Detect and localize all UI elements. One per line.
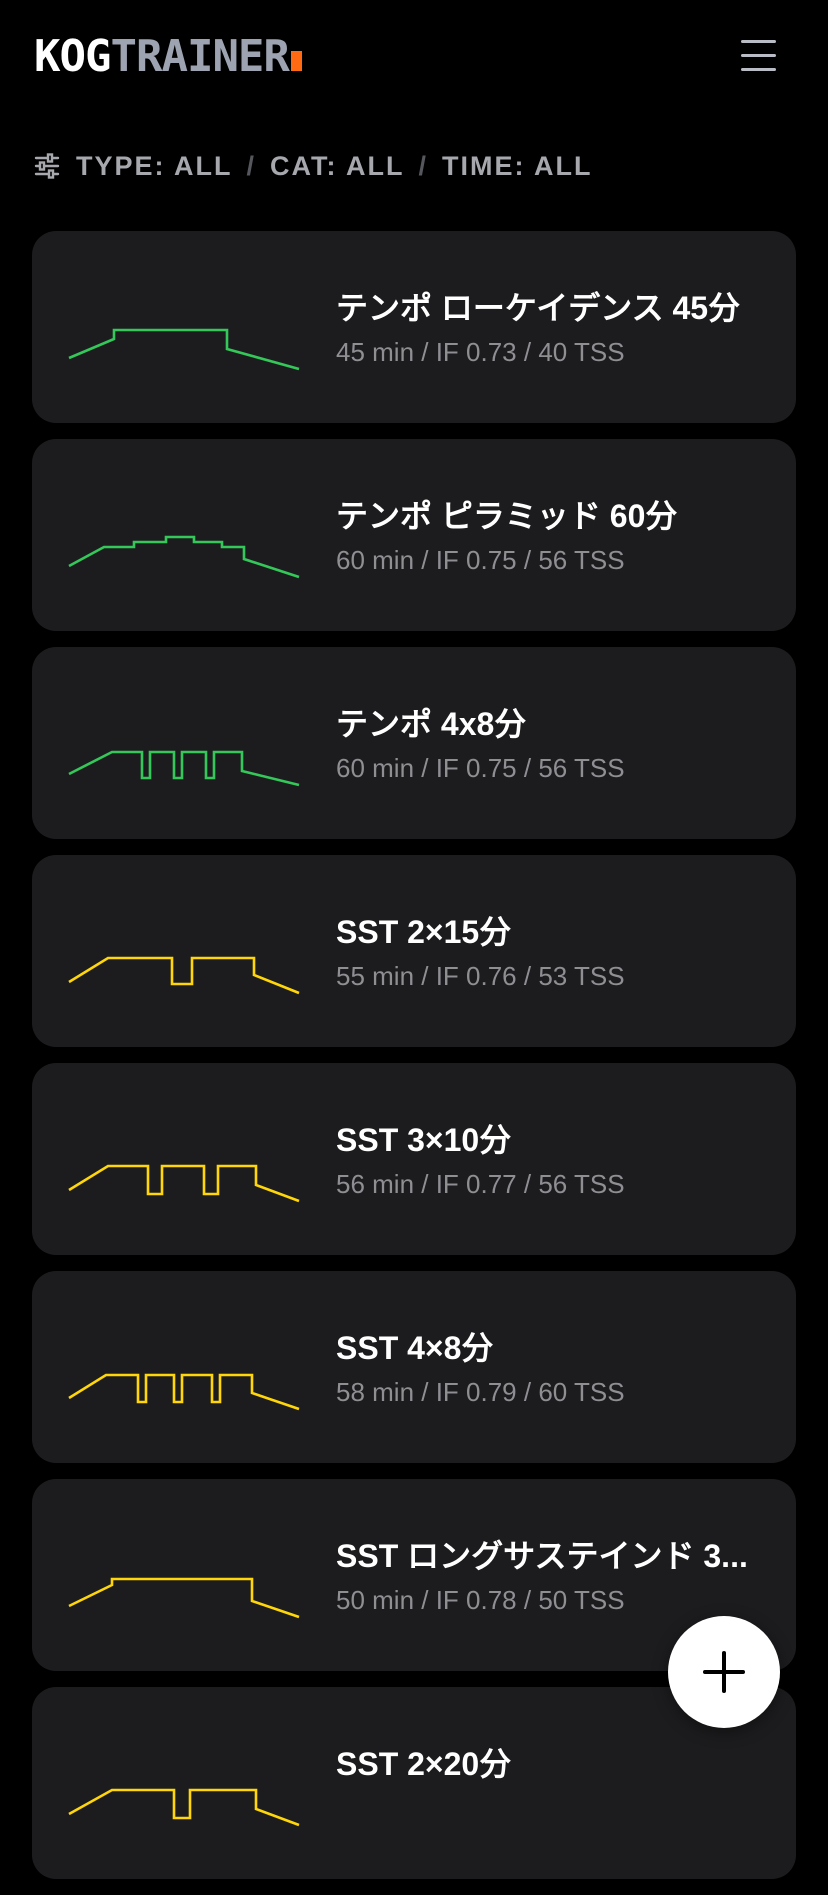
filter-time[interactable]: TIME: ALL [442, 151, 592, 182]
workout-profile-graph [68, 1373, 300, 1411]
plus-icon [703, 1651, 745, 1693]
workout-stats: 56 min / IF 0.77 / 56 TSS [336, 1169, 625, 1199]
workout-card[interactable]: SST 3×10分 56 min / IF 0.77 / 56 TSS [32, 1063, 796, 1255]
filter-bar: TYPE: ALL / CAT: ALL / TIME: ALL [34, 148, 592, 184]
filter-category[interactable]: CAT: ALL [270, 151, 404, 182]
app-logo: KOGTRAINER [34, 30, 302, 84]
logo-cursor-mark [290, 51, 302, 71]
workout-card[interactable]: SST 2×20分 [32, 1687, 796, 1879]
add-workout-button[interactable] [668, 1616, 780, 1728]
workout-stats: 50 min / IF 0.78 / 50 TSS [336, 1585, 625, 1615]
workout-profile-graph [68, 1164, 300, 1203]
workout-stats: 58 min / IF 0.79 / 60 TSS [336, 1377, 625, 1407]
filter-type[interactable]: TYPE: ALL [76, 151, 233, 182]
workout-title: SST 4×8分 [336, 1330, 494, 1366]
workout-card[interactable]: テンポ 4x8分 60 min / IF 0.75 / 56 TSS [32, 647, 796, 839]
workout-title: SST 3×10分 [336, 1122, 512, 1158]
workout-profile-graph [68, 328, 300, 371]
workout-card[interactable]: SST 4×8分 58 min / IF 0.79 / 60 TSS [32, 1271, 796, 1463]
workout-profile-graph [68, 1788, 300, 1827]
workout-profile-graph [68, 956, 300, 995]
workout-title: テンポ ピラミッド 60分 [336, 498, 678, 534]
logo-kog-text: KOG [34, 31, 111, 82]
sliders-filter-icon[interactable] [34, 153, 60, 179]
filter-separator: / [246, 150, 257, 181]
workout-title: SST 2×20分 [336, 1746, 512, 1782]
workout-stats: 55 min / IF 0.76 / 53 TSS [336, 961, 625, 991]
workout-card[interactable]: テンポ ローケイデンス 45分 45 min / IF 0.73 / 40 TS… [32, 231, 796, 423]
workout-profile-graph [68, 750, 300, 787]
workout-profile-graph [68, 535, 300, 579]
workout-card[interactable]: テンポ ピラミッド 60分 60 min / IF 0.75 / 56 TSS [32, 439, 796, 631]
workout-card[interactable]: SST 2×15分 55 min / IF 0.76 / 53 TSS [32, 855, 796, 1047]
workout-stats: 45 min / IF 0.73 / 40 TSS [336, 337, 625, 367]
logo-trainer-text: TRAINER [110, 31, 289, 82]
workout-stats: 60 min / IF 0.75 / 56 TSS [336, 545, 625, 575]
workout-title: SST 2×15分 [336, 914, 512, 950]
workout-profile-graph [68, 1577, 300, 1619]
hamburger-menu-icon[interactable] [736, 36, 782, 76]
app-header: KOGTRAINER [0, 0, 828, 112]
filter-separator: / [418, 150, 428, 181]
workout-title: テンポ ローケイデンス 45分 [336, 290, 741, 326]
workout-stats: 60 min / IF 0.75 / 56 TSS [336, 753, 625, 783]
workout-title: テンポ 4x8分 [336, 706, 527, 742]
workout-title: SST ロングサステインド 3... [336, 1538, 748, 1574]
